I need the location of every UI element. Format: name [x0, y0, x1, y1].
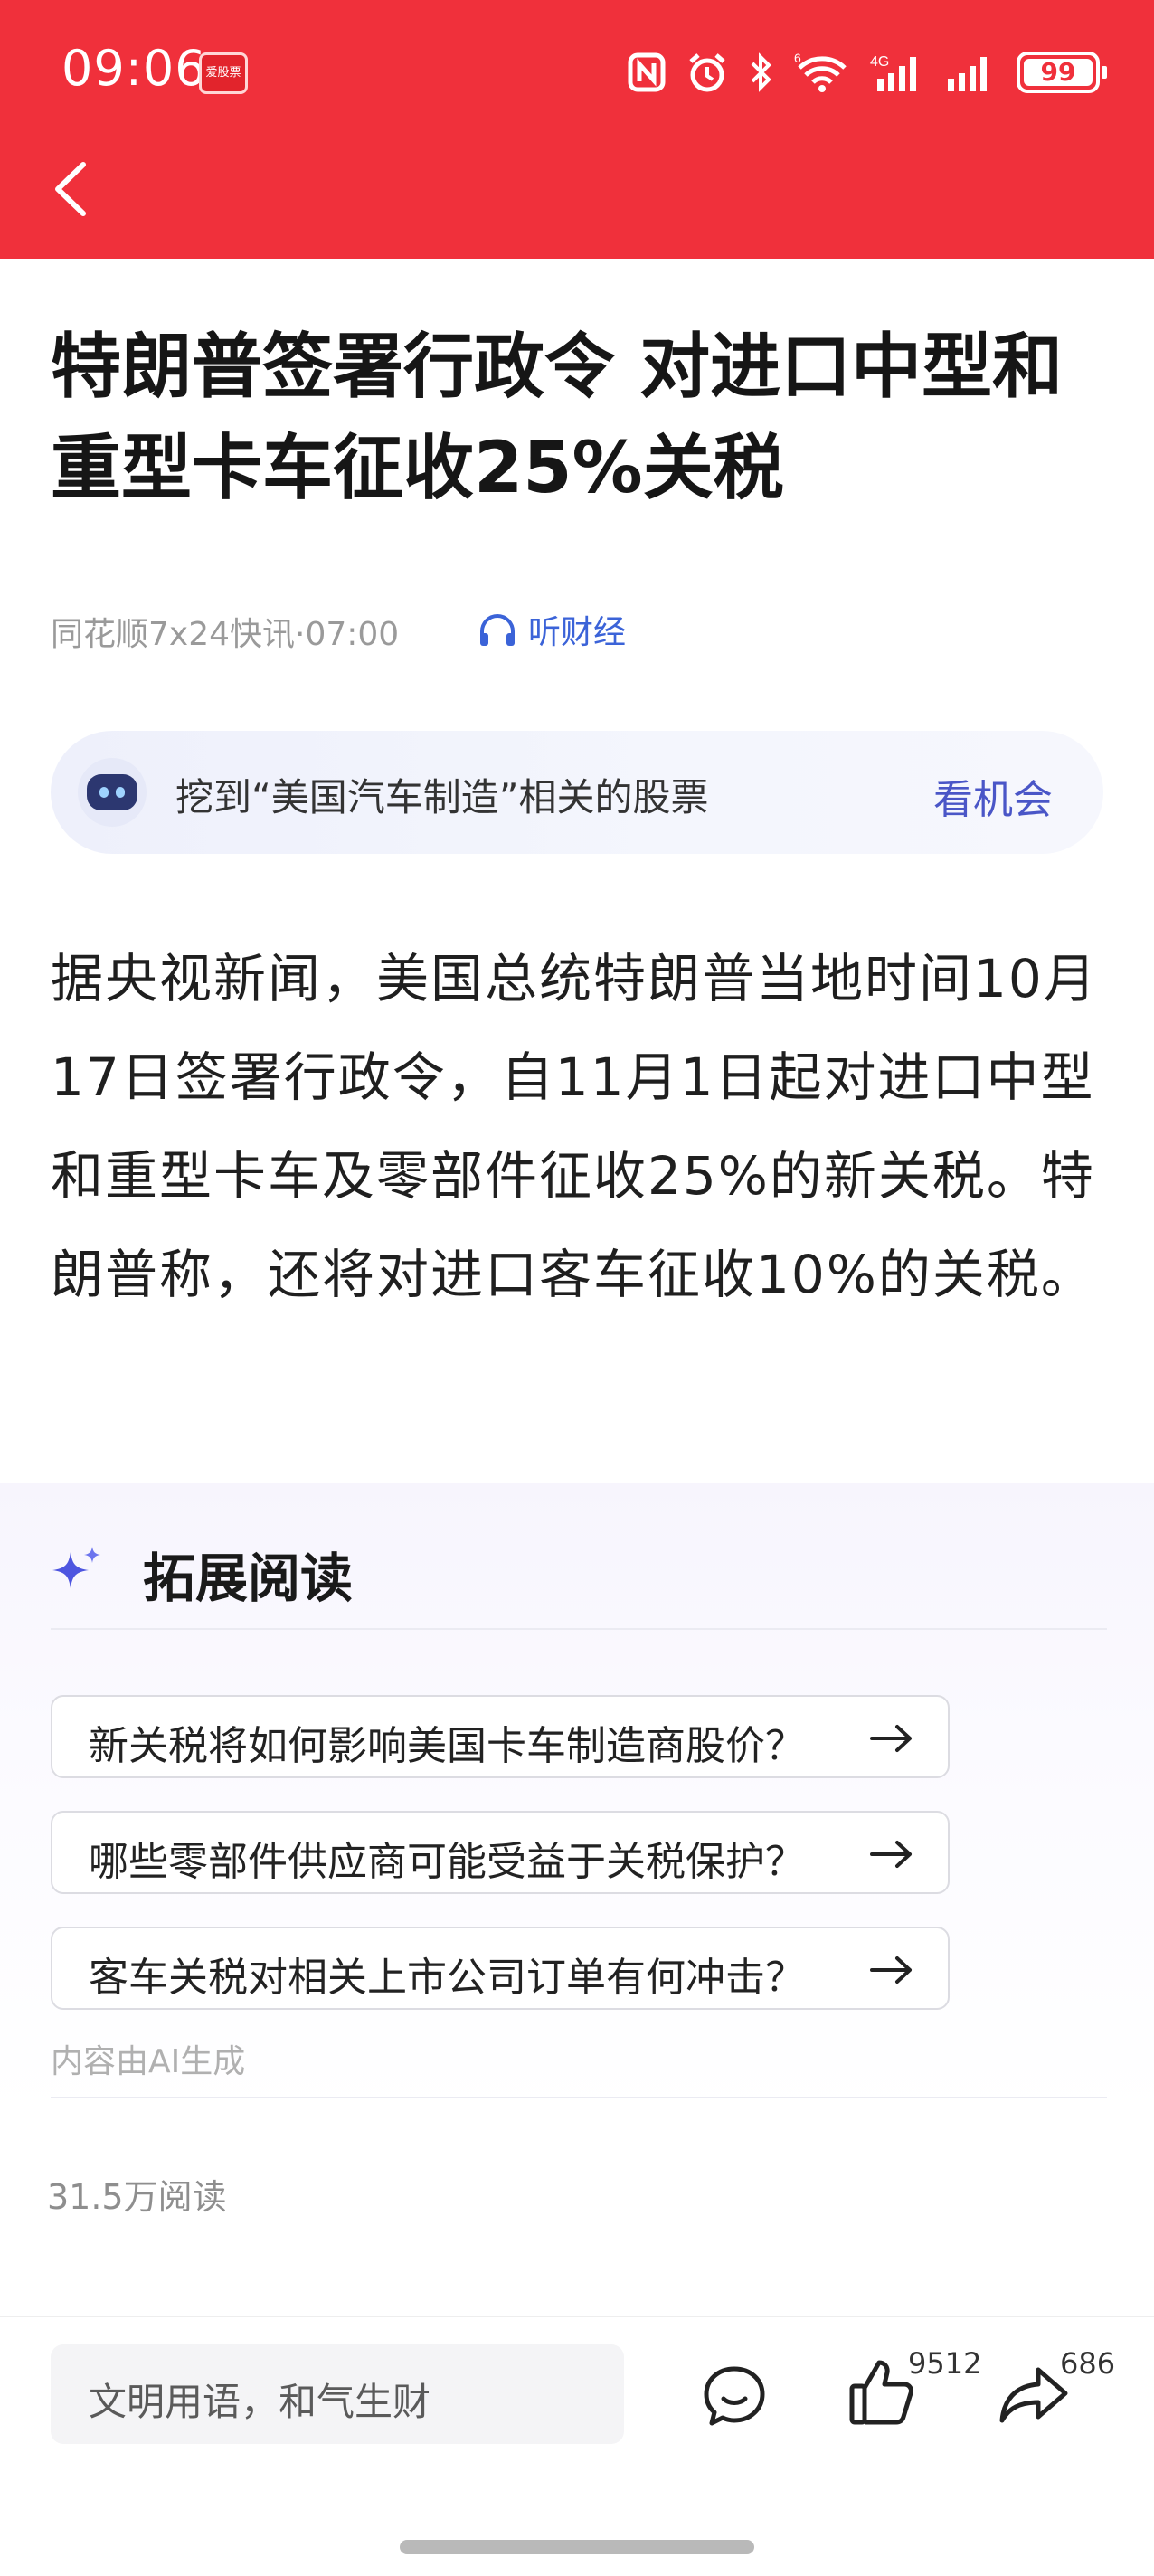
article-body: 据央视新闻，美国总统特朗普当地时间10月17日签署行政令，自11月1日起对进口中…: [51, 948, 1098, 1305]
divider: [51, 2097, 1107, 2098]
back-arrow-icon: [55, 162, 86, 216]
app-notification-icon: 爱股票: [199, 52, 248, 94]
article-title: 特朗普签署行政令 对进口中型和重型卡车征收25%关税: [51, 327, 1064, 509]
sparkle-icon: [52, 1547, 100, 1588]
listen-button[interactable]: 听财经: [478, 606, 626, 653]
svg-text:4G: 4G: [870, 54, 889, 70]
status-icons: 6 4G 99: [628, 45, 1107, 99]
status-time: 09:06: [61, 40, 207, 97]
question-text: 哪些零部件供应商可能受益于关税保护？: [89, 1839, 805, 1885]
headphones-icon: [480, 614, 515, 646]
question-text: 客车关税对相关上市公司订单有何冲击？: [89, 1955, 805, 2001]
question-button-1[interactable]: 新关税将如何影响美国卡车制造商股价？: [51, 1695, 950, 1778]
arrow-right-icon: [870, 1725, 912, 1752]
arrow-right-icon: [870, 1956, 912, 1984]
back-button[interactable]: [47, 159, 94, 219]
svg-text:6: 6: [794, 52, 801, 65]
divider: [51, 1628, 1107, 1630]
view-opportunity-link[interactable]: 看机会: [933, 767, 1053, 825]
home-indicator[interactable]: [400, 2540, 754, 2554]
bluetooth-icon: [751, 52, 771, 92]
like-count: 9512: [908, 2346, 982, 2381]
read-count: 31.5万阅读: [47, 2177, 227, 2217]
listen-label: 听财经: [528, 614, 627, 651]
battery-level: 99: [1024, 59, 1093, 86]
comment-icon[interactable]: [702, 2364, 767, 2428]
share-count: 686: [1060, 2346, 1116, 2381]
comment-placeholder: 文明用语，和气生财: [89, 2380, 431, 2424]
ai-bar-text: 挖到“美国汽车制造”相关的股票: [175, 775, 709, 819]
extended-reading-title: 拓展阅读: [143, 1548, 354, 1609]
comment-input[interactable]: 文明用语，和气生财: [51, 2344, 624, 2444]
share-icon[interactable]: [998, 2364, 1069, 2424]
status-bar: 09:06 爱股票 6 4G 99: [0, 0, 1154, 145]
wifi-icon: 6: [794, 52, 847, 92]
robot-icon: [78, 758, 147, 827]
question-text: 新关税将如何影响美国卡车制造商股价？: [89, 1723, 805, 1769]
thumbs-up-icon[interactable]: [848, 2355, 917, 2428]
cellular-4g-icon: 4G: [870, 54, 916, 91]
battery-icon: 99: [1017, 52, 1107, 93]
app-header: 09:06 爱股票 6 4G 99: [0, 0, 1154, 259]
article-source: 同花顺7x24快讯·07:00: [51, 616, 400, 653]
alarm-icon: [689, 53, 725, 92]
question-button-2[interactable]: 哪些零部件供应商可能受益于关税保护？: [51, 1811, 950, 1894]
ai-generated-note: 内容由AI生成: [51, 2043, 246, 2080]
arrow-right-icon: [870, 1841, 912, 1868]
ai-stock-bar[interactable]: 挖到“美国汽车制造”相关的股票 看机会: [51, 731, 1103, 854]
signal-icon: [948, 57, 987, 91]
nfc-icon: [628, 52, 666, 92]
question-button-3[interactable]: 客车关税对相关上市公司订单有何冲击？: [51, 1927, 950, 2010]
